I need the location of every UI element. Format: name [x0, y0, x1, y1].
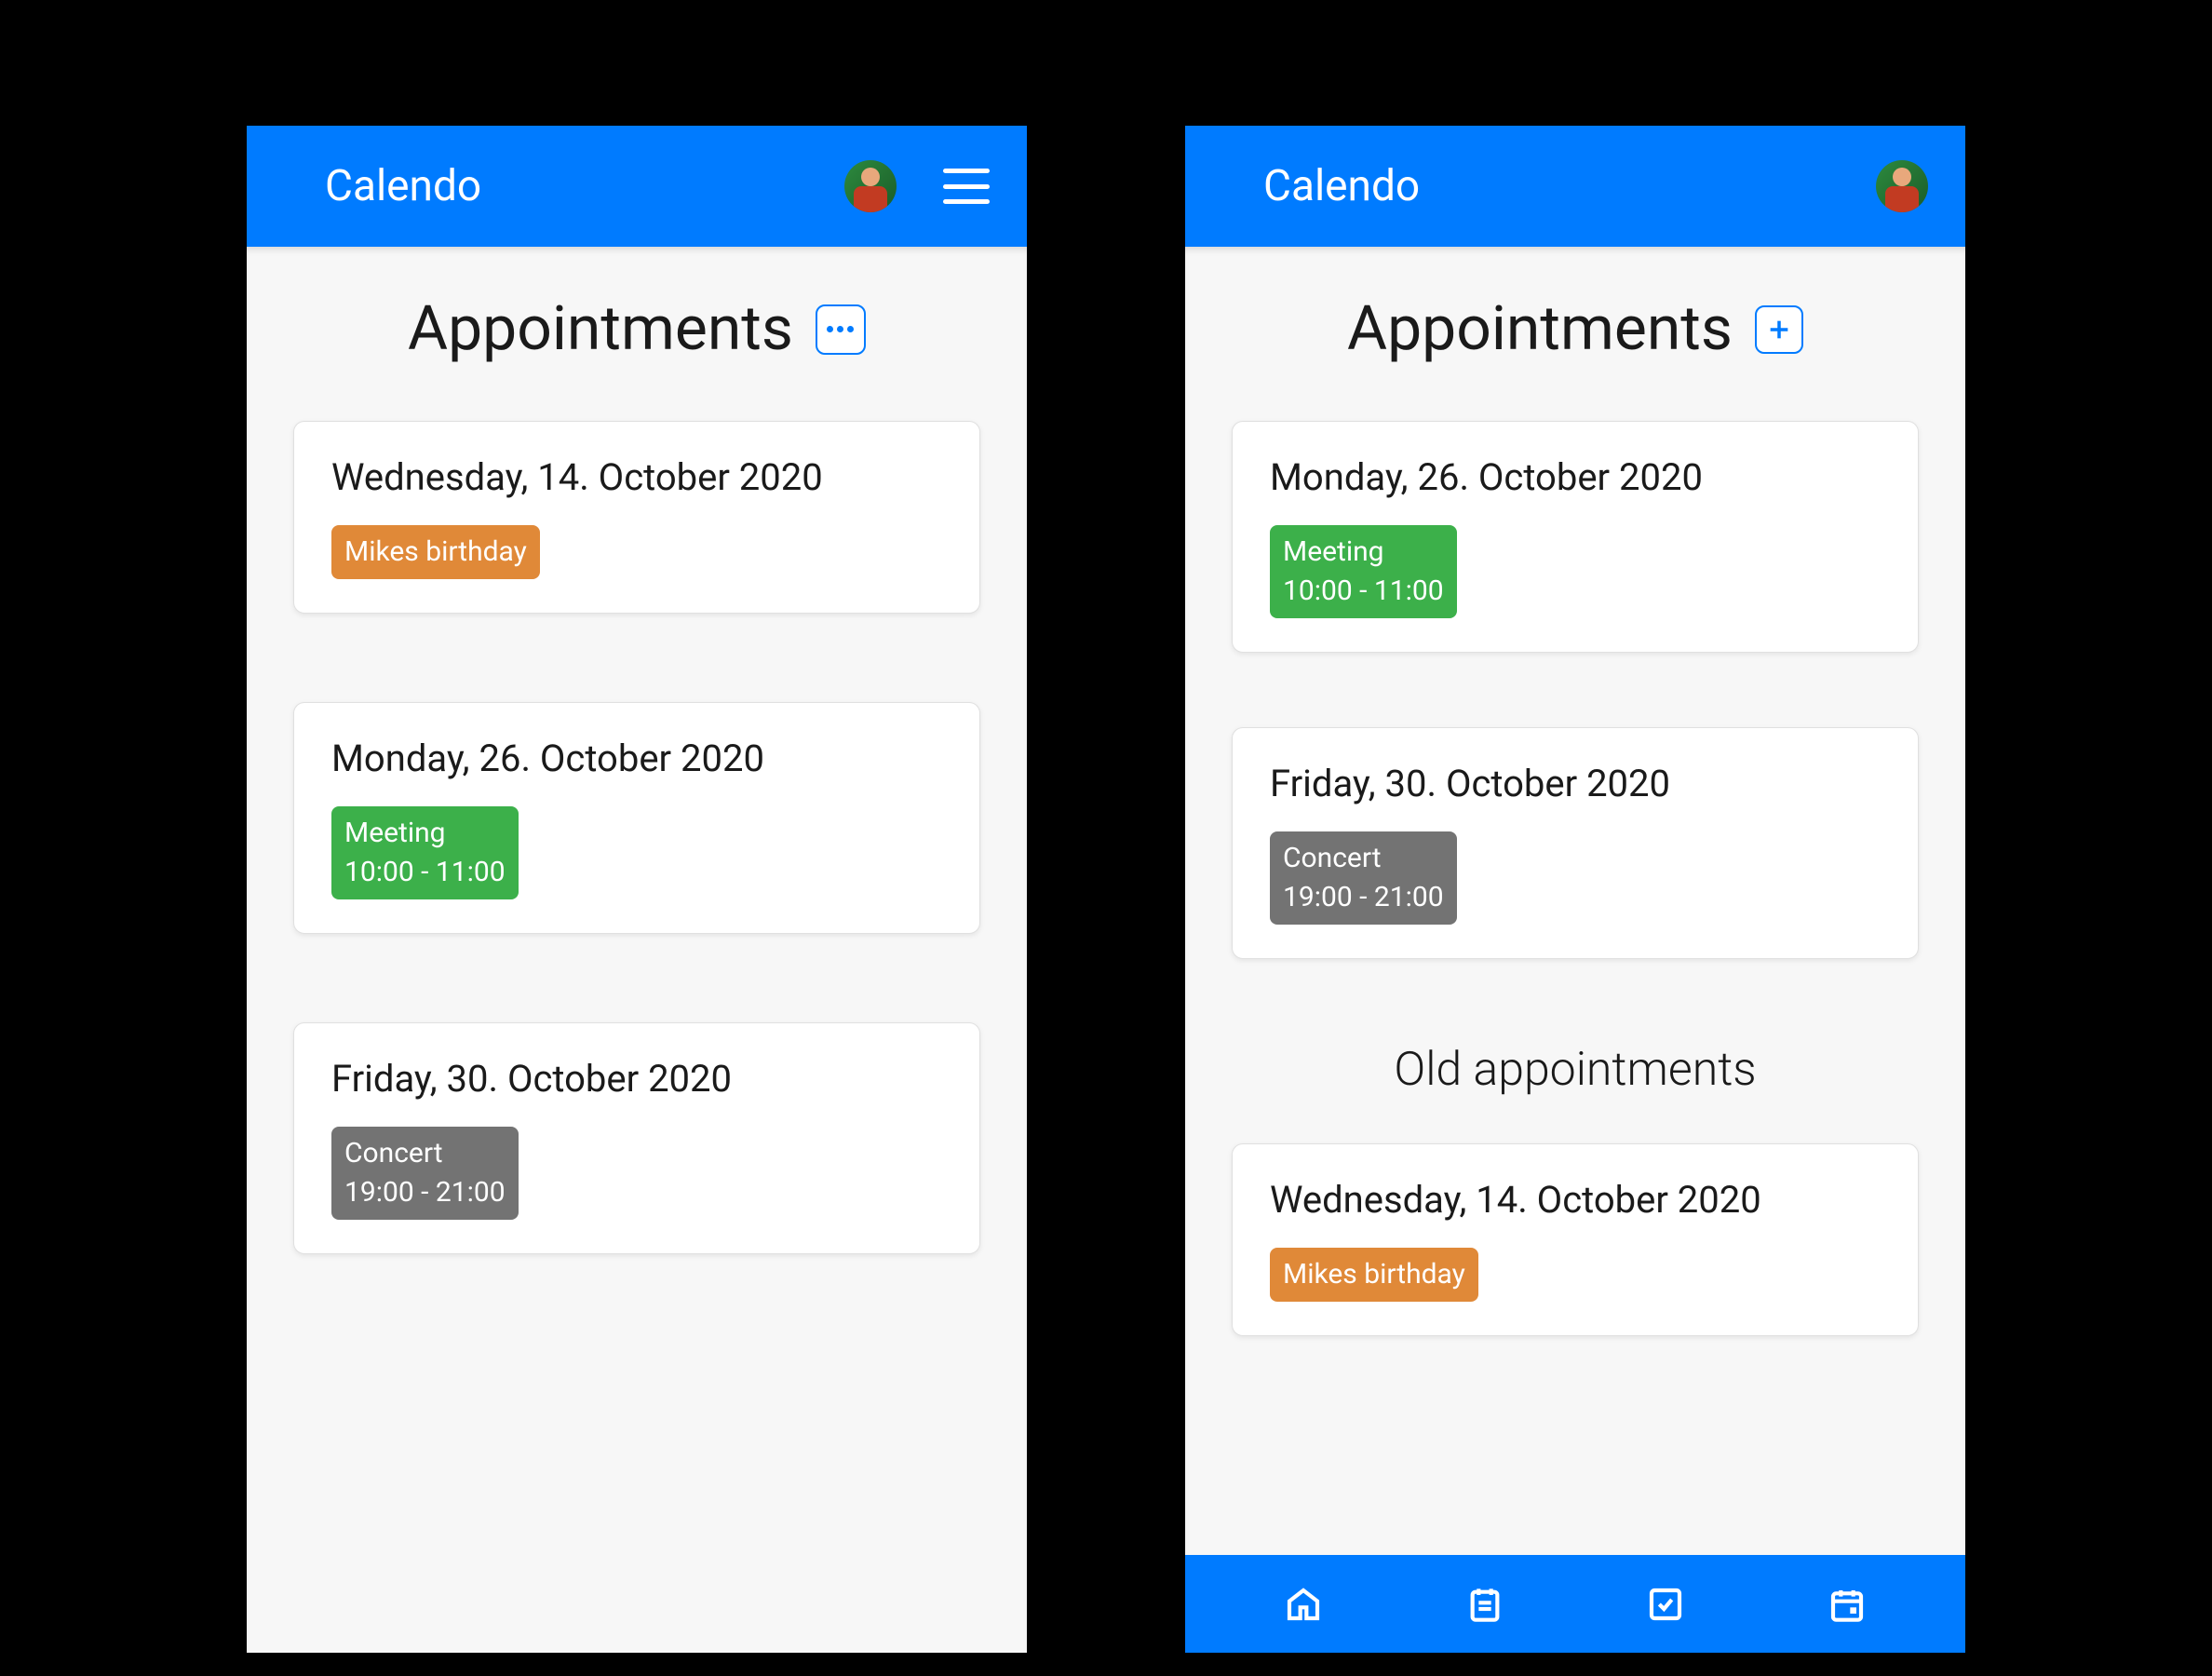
app-title: Calendo: [1222, 161, 1420, 211]
appointment-tag[interactable]: Mikes birthday: [1270, 1248, 1478, 1302]
card-date: Wednesday, 14. October 2020: [1270, 1178, 1881, 1222]
plus-icon: [1766, 317, 1792, 343]
appointment-card[interactable]: Wednesday, 14. October 2020 Mikes birthd…: [1232, 1143, 1919, 1336]
more-button[interactable]: [816, 304, 866, 355]
appointment-tag[interactable]: Meeting 10:00 - 11:00: [1270, 525, 1457, 618]
content-area: Appointments Monday, 26. October 2020 Me…: [1185, 247, 1965, 1653]
home-icon: [1285, 1586, 1322, 1623]
calendar-icon: [1828, 1586, 1866, 1623]
tag-title: Concert: [1283, 839, 1444, 878]
card-date: Friday, 30. October 2020: [1270, 762, 1881, 805]
phone-screen-left: Calendo Appointments Wednesday, 14. Octo…: [247, 126, 1027, 1653]
card-date: Wednesday, 14. October 2020: [331, 455, 942, 499]
nav-home[interactable]: [1281, 1582, 1326, 1627]
app-header: Calendo: [247, 126, 1027, 247]
appointment-card[interactable]: Friday, 30. October 2020 Concert 19:00 -…: [1232, 727, 1919, 959]
more-dots-icon: [827, 326, 833, 332]
avatar[interactable]: [844, 160, 897, 212]
appointment-card[interactable]: Monday, 26. October 2020 Meeting 10:00 -…: [1232, 421, 1919, 653]
phone-screen-right: Calendo Appointments Monday, 26. October…: [1185, 126, 1965, 1653]
appointment-card[interactable]: Friday, 30. October 2020 Concert 19:00 -…: [293, 1022, 980, 1254]
appointment-tag[interactable]: Mikes birthday: [331, 525, 540, 579]
bottom-nav: [1185, 1555, 1965, 1653]
card-date: Monday, 26. October 2020: [1270, 455, 1881, 499]
add-button[interactable]: [1755, 305, 1803, 354]
app-title: Calendo: [284, 161, 481, 211]
appointment-tag[interactable]: Concert 19:00 - 21:00: [331, 1127, 519, 1220]
tag-time: 19:00 - 21:00: [1283, 878, 1444, 917]
tag-title: Concert: [344, 1134, 506, 1173]
page-title: Appointments: [1347, 293, 1733, 365]
page-title: Appointments: [408, 293, 793, 365]
list-icon: [1466, 1586, 1504, 1623]
avatar[interactable]: [1876, 160, 1928, 212]
tag-time: 19:00 - 21:00: [344, 1173, 506, 1212]
tag-time: 10:00 - 11:00: [344, 853, 506, 892]
appointment-tag[interactable]: Concert 19:00 - 21:00: [1270, 831, 1457, 925]
page-title-row: Appointments: [1232, 293, 1919, 365]
tag-title: Mikes birthday: [344, 533, 527, 572]
appointment-tag[interactable]: Meeting 10:00 - 11:00: [331, 806, 519, 899]
hamburger-icon[interactable]: [943, 169, 990, 204]
tag-title: Meeting: [1283, 533, 1444, 572]
tag-title: Mikes birthday: [1283, 1255, 1465, 1294]
section-title: Old appointments: [1232, 1043, 1919, 1097]
nav-calendar[interactable]: [1825, 1582, 1869, 1627]
appointment-card[interactable]: Monday, 26. October 2020 Meeting 10:00 -…: [293, 702, 980, 934]
appointment-card[interactable]: Wednesday, 14. October 2020 Mikes birthd…: [293, 421, 980, 614]
checkbox-icon: [1647, 1586, 1684, 1623]
tag-title: Meeting: [344, 814, 506, 853]
page-title-row: Appointments: [293, 293, 980, 365]
tag-time: 10:00 - 11:00: [1283, 572, 1444, 611]
app-header: Calendo: [1185, 126, 1965, 247]
nav-tasks[interactable]: [1643, 1582, 1688, 1627]
content-area: Appointments Wednesday, 14. October 2020…: [247, 247, 1027, 1653]
card-date: Monday, 26. October 2020: [331, 737, 942, 780]
nav-appointments[interactable]: [1463, 1582, 1507, 1627]
card-date: Friday, 30. October 2020: [331, 1057, 942, 1101]
